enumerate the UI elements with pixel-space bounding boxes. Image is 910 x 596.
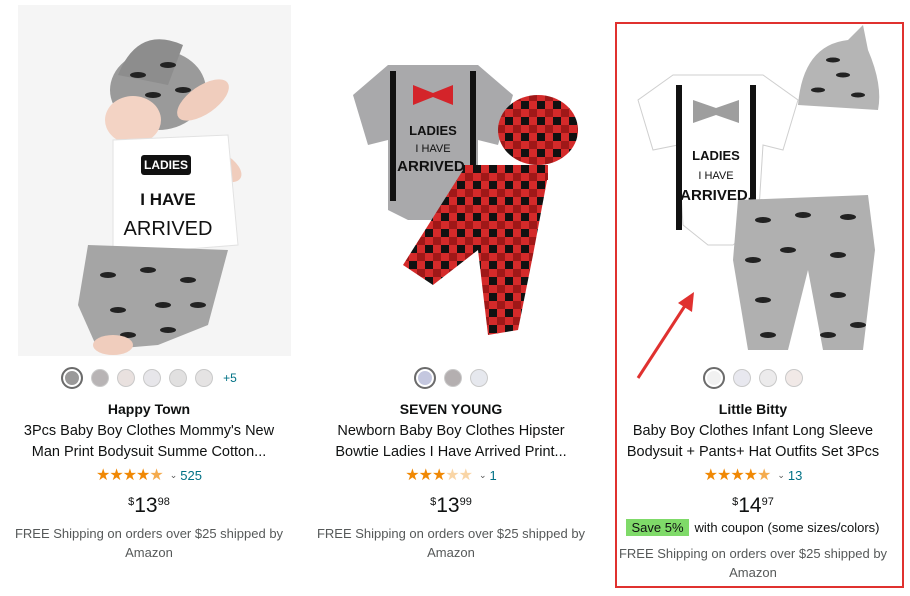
brand-name: Little Bitty	[718, 401, 788, 417]
svg-text:I HAVE: I HAVE	[698, 170, 733, 182]
title-line: Baby Boy Clothes Infant Long Sleeve	[632, 423, 874, 439]
price-whole: 14	[738, 494, 762, 517]
title-line: Man Print Bodysuit Summe Cotton...	[31, 444, 267, 460]
title-line: Bowtie Ladies I Have Arrived Print...	[335, 444, 567, 460]
product-title-link[interactable]: 3Pcs Baby Boy Clothes Mommy's New Man Pr…	[9, 421, 289, 463]
coupon-row[interactable]: Save 5% with coupon (some sizes/colors)	[607, 519, 899, 536]
rating-row[interactable]: ★★★★★ ⌄ 1	[305, 465, 597, 485]
onesie-print-text: LADIES	[409, 123, 457, 138]
product-image[interactable]: LADIES I HAVE ARRIVED.	[313, 5, 587, 356]
color-swatches: +5	[3, 367, 295, 389]
color-swatch[interactable]	[91, 369, 110, 387]
color-swatch[interactable]	[759, 369, 777, 387]
coupon-text: with coupon (some sizes/colors)	[694, 520, 880, 535]
onesie-print-text: LADIES	[144, 158, 188, 172]
chevron-down-icon[interactable]: ⌄	[777, 470, 785, 481]
svg-text:I HAVE: I HAVE	[140, 190, 195, 209]
more-colors-link[interactable]: +5	[223, 371, 237, 385]
color-swatches	[305, 367, 597, 389]
brand-name: Happy Town	[107, 401, 191, 417]
onesie-print-text: LADIES	[692, 148, 740, 163]
title-line: 3Pcs Baby Boy Clothes Mommy's New	[23, 423, 275, 439]
product-title-link[interactable]: Baby Boy Clothes Infant Long Sleeve Body…	[613, 421, 893, 463]
price-whole: 13	[436, 494, 460, 517]
annotation-arrow-icon	[636, 292, 694, 379]
coupon-badge[interactable]: Save 5%	[626, 519, 689, 536]
price-fraction: 97	[761, 496, 774, 508]
product-card-happy-town[interactable]: LADIES I HAVE ARRIVED +5 Happy Town 3Pcs…	[3, 0, 295, 596]
outfit-photo-image: LADIES I HAVE ARRIVED.	[313, 5, 587, 356]
price: $1399	[305, 494, 597, 518]
price: $1497	[607, 494, 899, 518]
color-swatch[interactable]	[61, 367, 84, 389]
color-swatch[interactable]	[703, 367, 725, 389]
color-swatch[interactable]	[195, 369, 214, 387]
svg-text:ARRIVED: ARRIVED	[124, 218, 213, 240]
shipping-info: FREE Shipping on orders over $25 shipped…	[316, 526, 586, 560]
title-line: Bodysuit + Pants+ Hat Outfits Set 3Pcs	[626, 444, 880, 460]
price-fraction: 98	[157, 496, 170, 508]
color-swatch[interactable]	[143, 369, 162, 387]
price-fraction: 99	[459, 496, 472, 508]
color-swatch[interactable]	[117, 369, 136, 387]
shipping-info: FREE Shipping on orders over $25 shipped…	[14, 526, 284, 560]
color-swatch[interactable]	[414, 367, 436, 389]
rating-row[interactable]: ★★★★★ ⌄ 525	[3, 465, 295, 485]
product-card-seven-young[interactable]: LADIES I HAVE ARRIVED. SEVEN YOUNG Newbo…	[305, 0, 597, 596]
baby-photo-image: LADIES I HAVE ARRIVED	[18, 5, 291, 356]
rating-row[interactable]: ★★★★★ ⌄ 13	[607, 465, 899, 485]
review-count-link[interactable]: 13	[788, 468, 802, 483]
color-swatch[interactable]	[470, 369, 488, 387]
brand-name: SEVEN YOUNG	[399, 401, 503, 417]
title-line: Newborn Baby Boy Clothes Hipster	[337, 423, 565, 439]
price: $1398	[3, 494, 295, 518]
review-count-link[interactable]: 525	[180, 468, 202, 483]
star-rating-icon: ★★★★★	[703, 467, 772, 484]
star-rating-icon: ★★★★★	[96, 467, 164, 484]
color-swatch[interactable]	[733, 369, 751, 387]
svg-text:ARRIVED.: ARRIVED.	[397, 158, 469, 175]
color-swatch[interactable]	[444, 369, 462, 387]
chevron-down-icon[interactable]: ⌄	[170, 470, 178, 481]
color-swatch[interactable]	[785, 369, 803, 387]
shipping-info: FREE Shipping on orders over $25 shipped…	[618, 546, 888, 580]
product-title-link[interactable]: Newborn Baby Boy Clothes Hipster Bowtie …	[311, 421, 591, 463]
color-swatch[interactable]	[169, 369, 188, 387]
price-whole: 13	[134, 494, 158, 517]
chevron-down-icon[interactable]: ⌄	[479, 470, 487, 481]
star-rating-icon: ★★★★★	[405, 467, 473, 484]
svg-text:I HAVE: I HAVE	[415, 143, 450, 155]
review-count-link[interactable]: 1	[490, 468, 497, 483]
product-image[interactable]: LADIES I HAVE ARRIVED	[18, 5, 291, 356]
